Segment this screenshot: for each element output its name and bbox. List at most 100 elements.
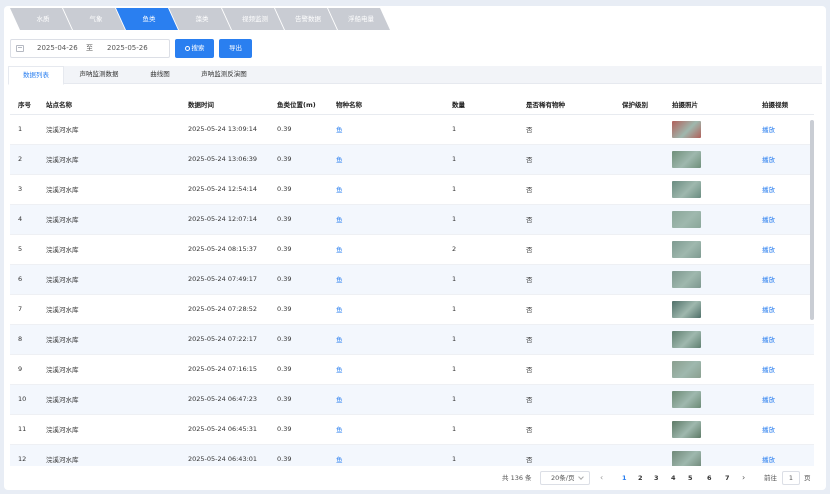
fish-photo-thumbnail[interactable] (672, 120, 701, 138)
cell-species[interactable]: 鱼 (328, 234, 444, 265)
fish-photo-thumbnail[interactable] (672, 300, 701, 318)
top-tab-0[interactable]: 水质 (10, 8, 72, 30)
fish-photo-thumbnail[interactable] (672, 330, 701, 348)
cell-rare: 否 (518, 234, 614, 265)
cell-species[interactable]: 鱼 (328, 114, 444, 145)
fish-photo-thumbnail[interactable] (672, 180, 701, 198)
table-row[interactable]: 1 浣溪河水库 2025-05-24 13:09:14 0.39 鱼 1 否播放 (10, 114, 814, 145)
cell-species[interactable]: 鱼 (328, 174, 444, 205)
cell-position: 0.39 (269, 294, 328, 325)
fish-photo-thumbnail[interactable] (672, 150, 701, 168)
tab-sonar-inversion[interactable]: 声呐监测反演图 (188, 66, 260, 84)
cell-count: 1 (444, 324, 518, 355)
fish-photo-thumbnail[interactable] (672, 360, 701, 378)
table-row[interactable]: 11 浣溪河水库 2025-05-24 06:45:31 0.39 鱼 1 否 播放 (10, 414, 814, 445)
cell-count: 1 (444, 354, 518, 385)
cell-species[interactable]: 鱼 (328, 444, 444, 466)
fish-photo-thumbnail[interactable] (672, 420, 701, 438)
cell-count: 1 (444, 114, 518, 145)
cell-species[interactable]: 鱼 (328, 264, 444, 295)
table-row[interactable]: 8 浣溪河水库 2025-05-24 07:22:17 0.39 鱼 1 否 播放 (10, 324, 814, 355)
goto-page-input[interactable]: 1 (782, 471, 800, 485)
table-row[interactable]: 7 浣溪河水库 2025-05-24 07:28:52 0.39 鱼 1 否 播放 (10, 294, 814, 325)
table-row[interactable]: 10 浣溪河水库 2025-05-24 06:47:23 0.39 鱼 1 否 播放 (10, 384, 814, 415)
top-tab-5[interactable]: 告警数据 (275, 8, 337, 30)
table-row[interactable]: 5 浣溪河水库 2025-05-24 08:15:37 0.39 鱼 2 否 播放 (10, 234, 814, 265)
top-tab-6[interactable]: 浮船电量 (328, 8, 390, 30)
cell-species[interactable]: 鱼 (328, 414, 444, 445)
cell-species[interactable]: 鱼 (328, 144, 444, 175)
cell-species[interactable]: 鱼 (328, 324, 444, 355)
tab-data-list[interactable]: 数据列表 (8, 66, 64, 85)
cell-species[interactable]: 鱼 (328, 204, 444, 235)
export-button-label: 导出 (229, 44, 242, 52)
cell-no: 4 (10, 204, 38, 235)
top-tab-2[interactable]: 鱼类 (116, 8, 178, 30)
table-row[interactable]: 4 浣溪河水库 2025-05-24 12:07:14 0.39 鱼 1 否 播放 (10, 204, 814, 235)
play-video-link[interactable]: 播放 (754, 384, 814, 415)
cell-site: 浣溪河水库 (38, 174, 180, 205)
start-date[interactable]: 2025-04-26 (37, 40, 78, 57)
cell-species[interactable]: 鱼 (328, 354, 444, 385)
cell-species[interactable]: 鱼 (328, 384, 444, 415)
page-number[interactable]: 2 (638, 470, 643, 486)
cell-rare: 否 (518, 444, 614, 466)
page-number[interactable]: 3 (654, 470, 659, 486)
page-number[interactable]: 5 (688, 470, 693, 486)
cell-site: 浣溪河水库 (38, 354, 180, 385)
cell-photo (664, 324, 754, 355)
fish-photo-thumbnail[interactable] (672, 270, 701, 288)
table-row[interactable]: 2 浣溪河水库 2025-05-24 13:06:39 0.39 鱼 1 否 播放 (10, 144, 814, 175)
cell-time: 2025-05-24 07:22:17 (180, 324, 269, 355)
page-size-select[interactable]: 20条/页 (540, 471, 590, 485)
play-video-link[interactable]: 播放 (754, 354, 814, 385)
table-scrollbar[interactable] (810, 120, 814, 320)
tab-sonar-data[interactable]: 声呐监测数据 (68, 66, 130, 84)
play-video-link[interactable]: 播放 (754, 234, 814, 265)
cell-site: 浣溪河水库 (38, 114, 180, 145)
page-number[interactable]: 7 (725, 470, 730, 486)
page-number[interactable]: 6 (707, 470, 712, 486)
cell-no: 10 (10, 384, 38, 415)
search-button[interactable]: 搜索 (175, 39, 214, 58)
cell-position: 0.39 (269, 234, 328, 265)
export-button[interactable]: 导出 (219, 39, 252, 58)
play-video-link[interactable]: 播放 (754, 324, 814, 355)
table-row[interactable]: 9 浣溪河水库 2025-05-24 07:16:15 0.39 鱼 1 否 播放 (10, 354, 814, 385)
table-row[interactable]: 3 浣溪河水库 2025-05-24 12:54:14 0.39 鱼 1 否 播放 (10, 174, 814, 205)
top-tab-4[interactable]: 视频监测 (222, 8, 284, 30)
top-tab-1[interactable]: 气象 (63, 8, 125, 30)
next-page-icon[interactable]: › (742, 470, 745, 486)
cell-protection (614, 384, 664, 415)
play-video-link[interactable]: 播放 (754, 174, 814, 205)
play-video-link[interactable]: 播放 (754, 264, 814, 295)
total-count: 共 136 条 (502, 474, 532, 482)
play-video-link[interactable]: 播放 (754, 204, 814, 235)
cell-species[interactable]: 鱼 (328, 294, 444, 325)
cell-photo (664, 444, 754, 466)
page-number[interactable]: 1 (622, 470, 627, 486)
play-video-link[interactable]: 播放 (754, 114, 814, 145)
end-date[interactable]: 2025-05-26 (107, 40, 148, 57)
play-video-link[interactable]: 播放 (754, 144, 814, 175)
top-tab-label: 鱼类 (142, 15, 156, 23)
fish-photo-thumbnail[interactable] (672, 210, 701, 228)
play-video-link[interactable]: 播放 (754, 294, 814, 325)
cell-protection (614, 294, 664, 325)
fish-photo-thumbnail[interactable] (672, 390, 701, 408)
play-video-link[interactable]: 播放 (754, 414, 814, 445)
main-card: 水质 气象 鱼类 藻类 视频监测 告警数据 浮船电量 2025-04-26 至 2025-0… (4, 6, 826, 490)
fish-photo-thumbnail[interactable] (672, 450, 701, 466)
search-button-label: 搜索 (191, 44, 205, 52)
fish-photo-thumbnail[interactable] (672, 240, 701, 258)
cell-rare: 否 (518, 384, 614, 415)
date-range-picker[interactable]: 2025-04-26 至 2025-05-26 (10, 39, 170, 58)
cell-rare: 否 (518, 204, 614, 235)
prev-page-icon[interactable]: ‹ (600, 470, 603, 486)
table-row[interactable]: 6 浣溪河水库 2025-05-24 07:49:17 0.39 鱼 1 否 播放 (10, 264, 814, 295)
play-video-link[interactable]: 播放 (754, 444, 814, 466)
page-number[interactable]: 4 (671, 470, 676, 486)
table-row[interactable]: 12 浣溪河水库 2025-05-24 06:43:01 0.39 鱼 1 否 播放 (10, 444, 814, 466)
tab-curve-chart[interactable]: 曲线图 (140, 66, 180, 84)
cell-rare: 否 (518, 144, 614, 175)
